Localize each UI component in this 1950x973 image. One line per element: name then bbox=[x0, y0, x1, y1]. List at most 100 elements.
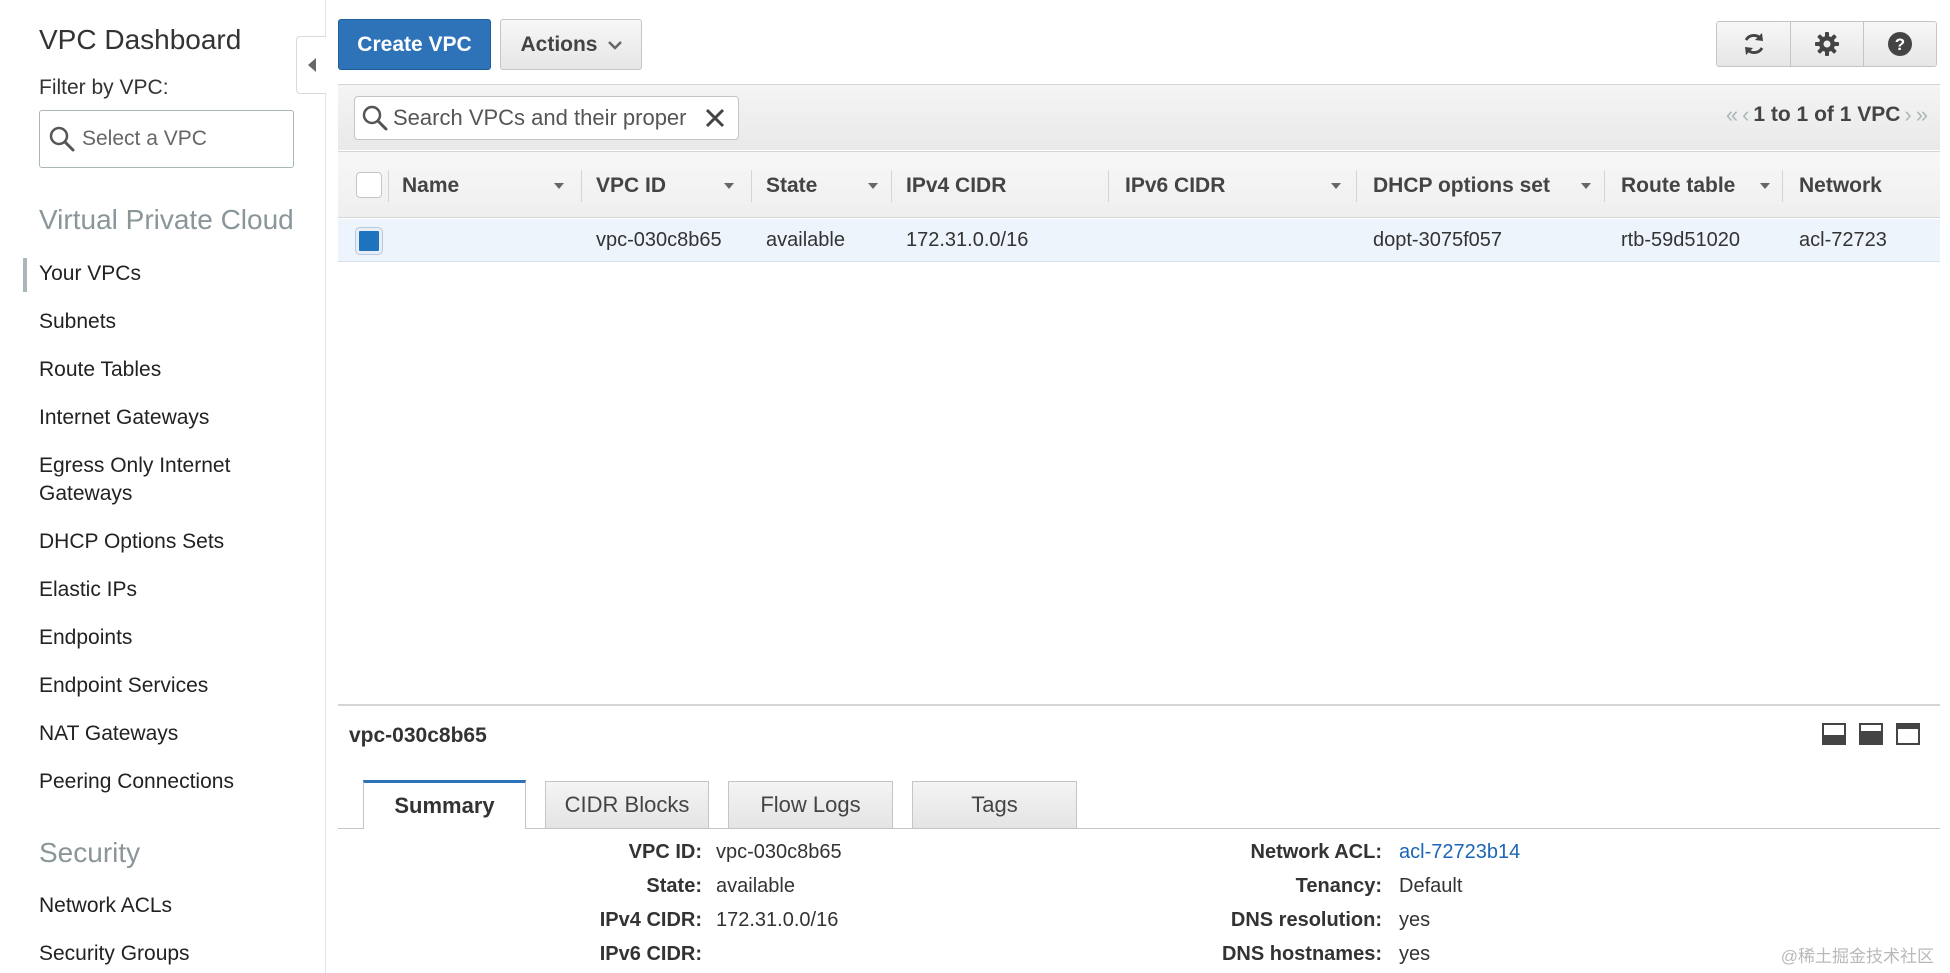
column-header-route-table[interactable]: Route table bbox=[1605, 152, 1783, 219]
link-network-acl[interactable]: acl-72723b14 bbox=[1399, 841, 1520, 864]
sidebar-item-nat-gateways[interactable]: NAT Gateways bbox=[39, 720, 309, 748]
value-state: available bbox=[716, 875, 795, 897]
gear-icon bbox=[1815, 32, 1839, 56]
column-header-network[interactable]: Network bbox=[1783, 152, 1940, 219]
column-label: DHCP options set bbox=[1373, 173, 1550, 197]
cell-ipv4-cidr: 172.31.0.0/16 bbox=[906, 229, 1029, 251]
actions-label: Actions bbox=[520, 32, 598, 56]
refresh-icon bbox=[1744, 33, 1763, 55]
pagination: « ‹ 1 to 1 of 1 VPC › » bbox=[1726, 102, 1928, 128]
column-label: Route table bbox=[1621, 173, 1736, 197]
cell-vpc-id: vpc-030c8b65 bbox=[596, 229, 722, 251]
first-page-icon[interactable]: « bbox=[1726, 102, 1738, 128]
sidebar-item-peering-connections[interactable]: Peering Connections bbox=[39, 768, 309, 796]
pane-layout-full-icon[interactable] bbox=[1896, 722, 1920, 746]
pane-layout-bottom-icon[interactable] bbox=[1822, 722, 1846, 746]
label-tenancy: Tenancy: bbox=[1295, 875, 1382, 897]
active-indicator bbox=[23, 258, 27, 292]
table-row[interactable]: vpc-030c8b65 available 172.31.0.0/16 dop… bbox=[338, 219, 1940, 262]
column-label: State bbox=[766, 173, 818, 197]
settings-button[interactable] bbox=[1790, 22, 1863, 66]
column-separator bbox=[388, 170, 389, 202]
sidebar: VPC Dashboard Filter by VPC: Select a VP… bbox=[0, 0, 326, 973]
label-dns-resolution: DNS resolution: bbox=[1230, 909, 1382, 931]
sidebar-item-egress-only-internet-gateways[interactable]: Egress Only Internet Gateways bbox=[39, 452, 269, 508]
sort-caret-icon[interactable] bbox=[1331, 183, 1341, 189]
sidebar-item-elastic-ips[interactable]: Elastic IPs bbox=[39, 576, 309, 604]
cell-state: available bbox=[766, 229, 845, 251]
search-icon bbox=[49, 126, 75, 152]
sort-caret-icon[interactable] bbox=[554, 183, 564, 189]
tab-summary[interactable]: Summary bbox=[363, 780, 526, 829]
search-bar: « ‹ 1 to 1 of 1 VPC › » bbox=[338, 84, 1940, 150]
pane-layout-icons bbox=[1822, 722, 1920, 746]
chevron-down-icon bbox=[607, 40, 622, 50]
actions-dropdown[interactable]: Actions bbox=[500, 19, 642, 70]
detail-pane-divider[interactable] bbox=[338, 704, 1940, 706]
label-dns-hostnames: DNS hostnames: bbox=[1221, 943, 1382, 965]
detail-tabs: Summary CIDR Blocks Flow Logs Tags bbox=[338, 780, 1940, 829]
cell-network-acl[interactable]: acl-72723 bbox=[1799, 219, 1940, 262]
table-body-empty-area bbox=[338, 262, 1940, 704]
search-input[interactable] bbox=[391, 104, 701, 132]
label-ipv6-cidr: IPv6 CIDR: bbox=[599, 943, 702, 965]
search-icon bbox=[362, 105, 388, 131]
column-header-ipv4-cidr[interactable]: IPv4 CIDR bbox=[892, 152, 1109, 219]
watermark: @稀土掘金技术社区 bbox=[1780, 947, 1934, 966]
create-vpc-button[interactable]: Create VPC bbox=[338, 19, 491, 70]
sidebar-item-dhcp-options-sets[interactable]: DHCP Options Sets bbox=[39, 528, 309, 556]
sort-caret-icon[interactable] bbox=[724, 183, 734, 189]
filter-label: Filter by VPC: bbox=[39, 76, 169, 99]
sidebar-item-route-tables[interactable]: Route Tables bbox=[39, 356, 309, 384]
sort-caret-icon[interactable] bbox=[1760, 183, 1770, 189]
refresh-button[interactable] bbox=[1717, 22, 1790, 66]
pane-layout-half-icon[interactable] bbox=[1859, 722, 1883, 746]
next-page-icon[interactable]: › bbox=[1904, 102, 1911, 128]
sidebar-item-security-groups[interactable]: Security Groups bbox=[39, 940, 309, 968]
sidebar-item-your-vpcs[interactable]: Your VPCs bbox=[39, 260, 309, 288]
pagination-text: 1 to 1 of 1 VPC bbox=[1753, 103, 1901, 126]
select-all-checkbox[interactable] bbox=[356, 172, 382, 198]
column-label: VPC ID bbox=[596, 173, 667, 197]
detail-title: vpc-030c8b65 bbox=[349, 724, 487, 747]
tab-flow-logs[interactable]: Flow Logs bbox=[728, 781, 893, 828]
tab-tags[interactable]: Tags bbox=[912, 781, 1077, 828]
cell-ipv6-cidr bbox=[1125, 219, 1357, 262]
sort-caret-icon[interactable] bbox=[868, 183, 878, 189]
svg-text:?: ? bbox=[1895, 35, 1905, 54]
row-checkbox[interactable] bbox=[356, 228, 382, 254]
cell-dhcp-options-set[interactable]: dopt-3075f057 bbox=[1373, 219, 1605, 262]
column-label: IPv6 CIDR bbox=[1125, 173, 1226, 197]
sidebar-item-subnets[interactable]: Subnets bbox=[39, 308, 309, 336]
column-header-name[interactable]: Name bbox=[402, 152, 582, 219]
search-box bbox=[354, 96, 739, 140]
column-header-vpc-id[interactable]: VPC ID bbox=[582, 152, 752, 219]
table-header: Name VPC ID State IPv4 CIDR IPv6 CIDR DH… bbox=[338, 151, 1940, 218]
vpc-filter-select[interactable]: Select a VPC bbox=[39, 110, 294, 168]
cell-name[interactable] bbox=[402, 219, 582, 262]
column-header-state[interactable]: State bbox=[752, 152, 892, 219]
column-header-ipv6-cidr[interactable]: IPv6 CIDR bbox=[1109, 152, 1357, 219]
tab-cidr-blocks[interactable]: CIDR Blocks bbox=[545, 781, 709, 828]
sidebar-item-endpoints[interactable]: Endpoints bbox=[39, 624, 309, 652]
column-label: Name bbox=[402, 173, 460, 197]
prev-page-icon[interactable]: ‹ bbox=[1742, 102, 1749, 128]
sidebar-item-network-acls[interactable]: Network ACLs bbox=[39, 892, 309, 920]
label-state: State: bbox=[646, 875, 702, 897]
value-dns-resolution: yes bbox=[1399, 909, 1431, 931]
sidebar-item-endpoint-services[interactable]: Endpoint Services bbox=[39, 672, 309, 700]
help-button[interactable]: ? bbox=[1863, 22, 1936, 66]
cell-route-table[interactable]: rtb-59d51020 bbox=[1621, 219, 1783, 262]
section-virtual-private-cloud: Virtual Private Cloud bbox=[39, 204, 294, 235]
clear-search-icon[interactable] bbox=[703, 106, 727, 130]
toolbar-icon-group: ? bbox=[1716, 21, 1937, 67]
sidebar-title[interactable]: VPC Dashboard bbox=[39, 24, 241, 56]
sidebar-collapse-button[interactable] bbox=[296, 36, 326, 94]
sort-caret-icon[interactable] bbox=[1581, 183, 1591, 189]
help-icon: ? bbox=[1888, 32, 1912, 56]
last-page-icon[interactable]: » bbox=[1916, 102, 1928, 128]
label-network-acl: Network ACL: bbox=[1250, 841, 1382, 863]
sidebar-item-internet-gateways[interactable]: Internet Gateways bbox=[39, 404, 309, 432]
column-header-dhcp-options-set[interactable]: DHCP options set bbox=[1357, 152, 1605, 219]
value-dns-hostnames: yes bbox=[1399, 943, 1431, 965]
